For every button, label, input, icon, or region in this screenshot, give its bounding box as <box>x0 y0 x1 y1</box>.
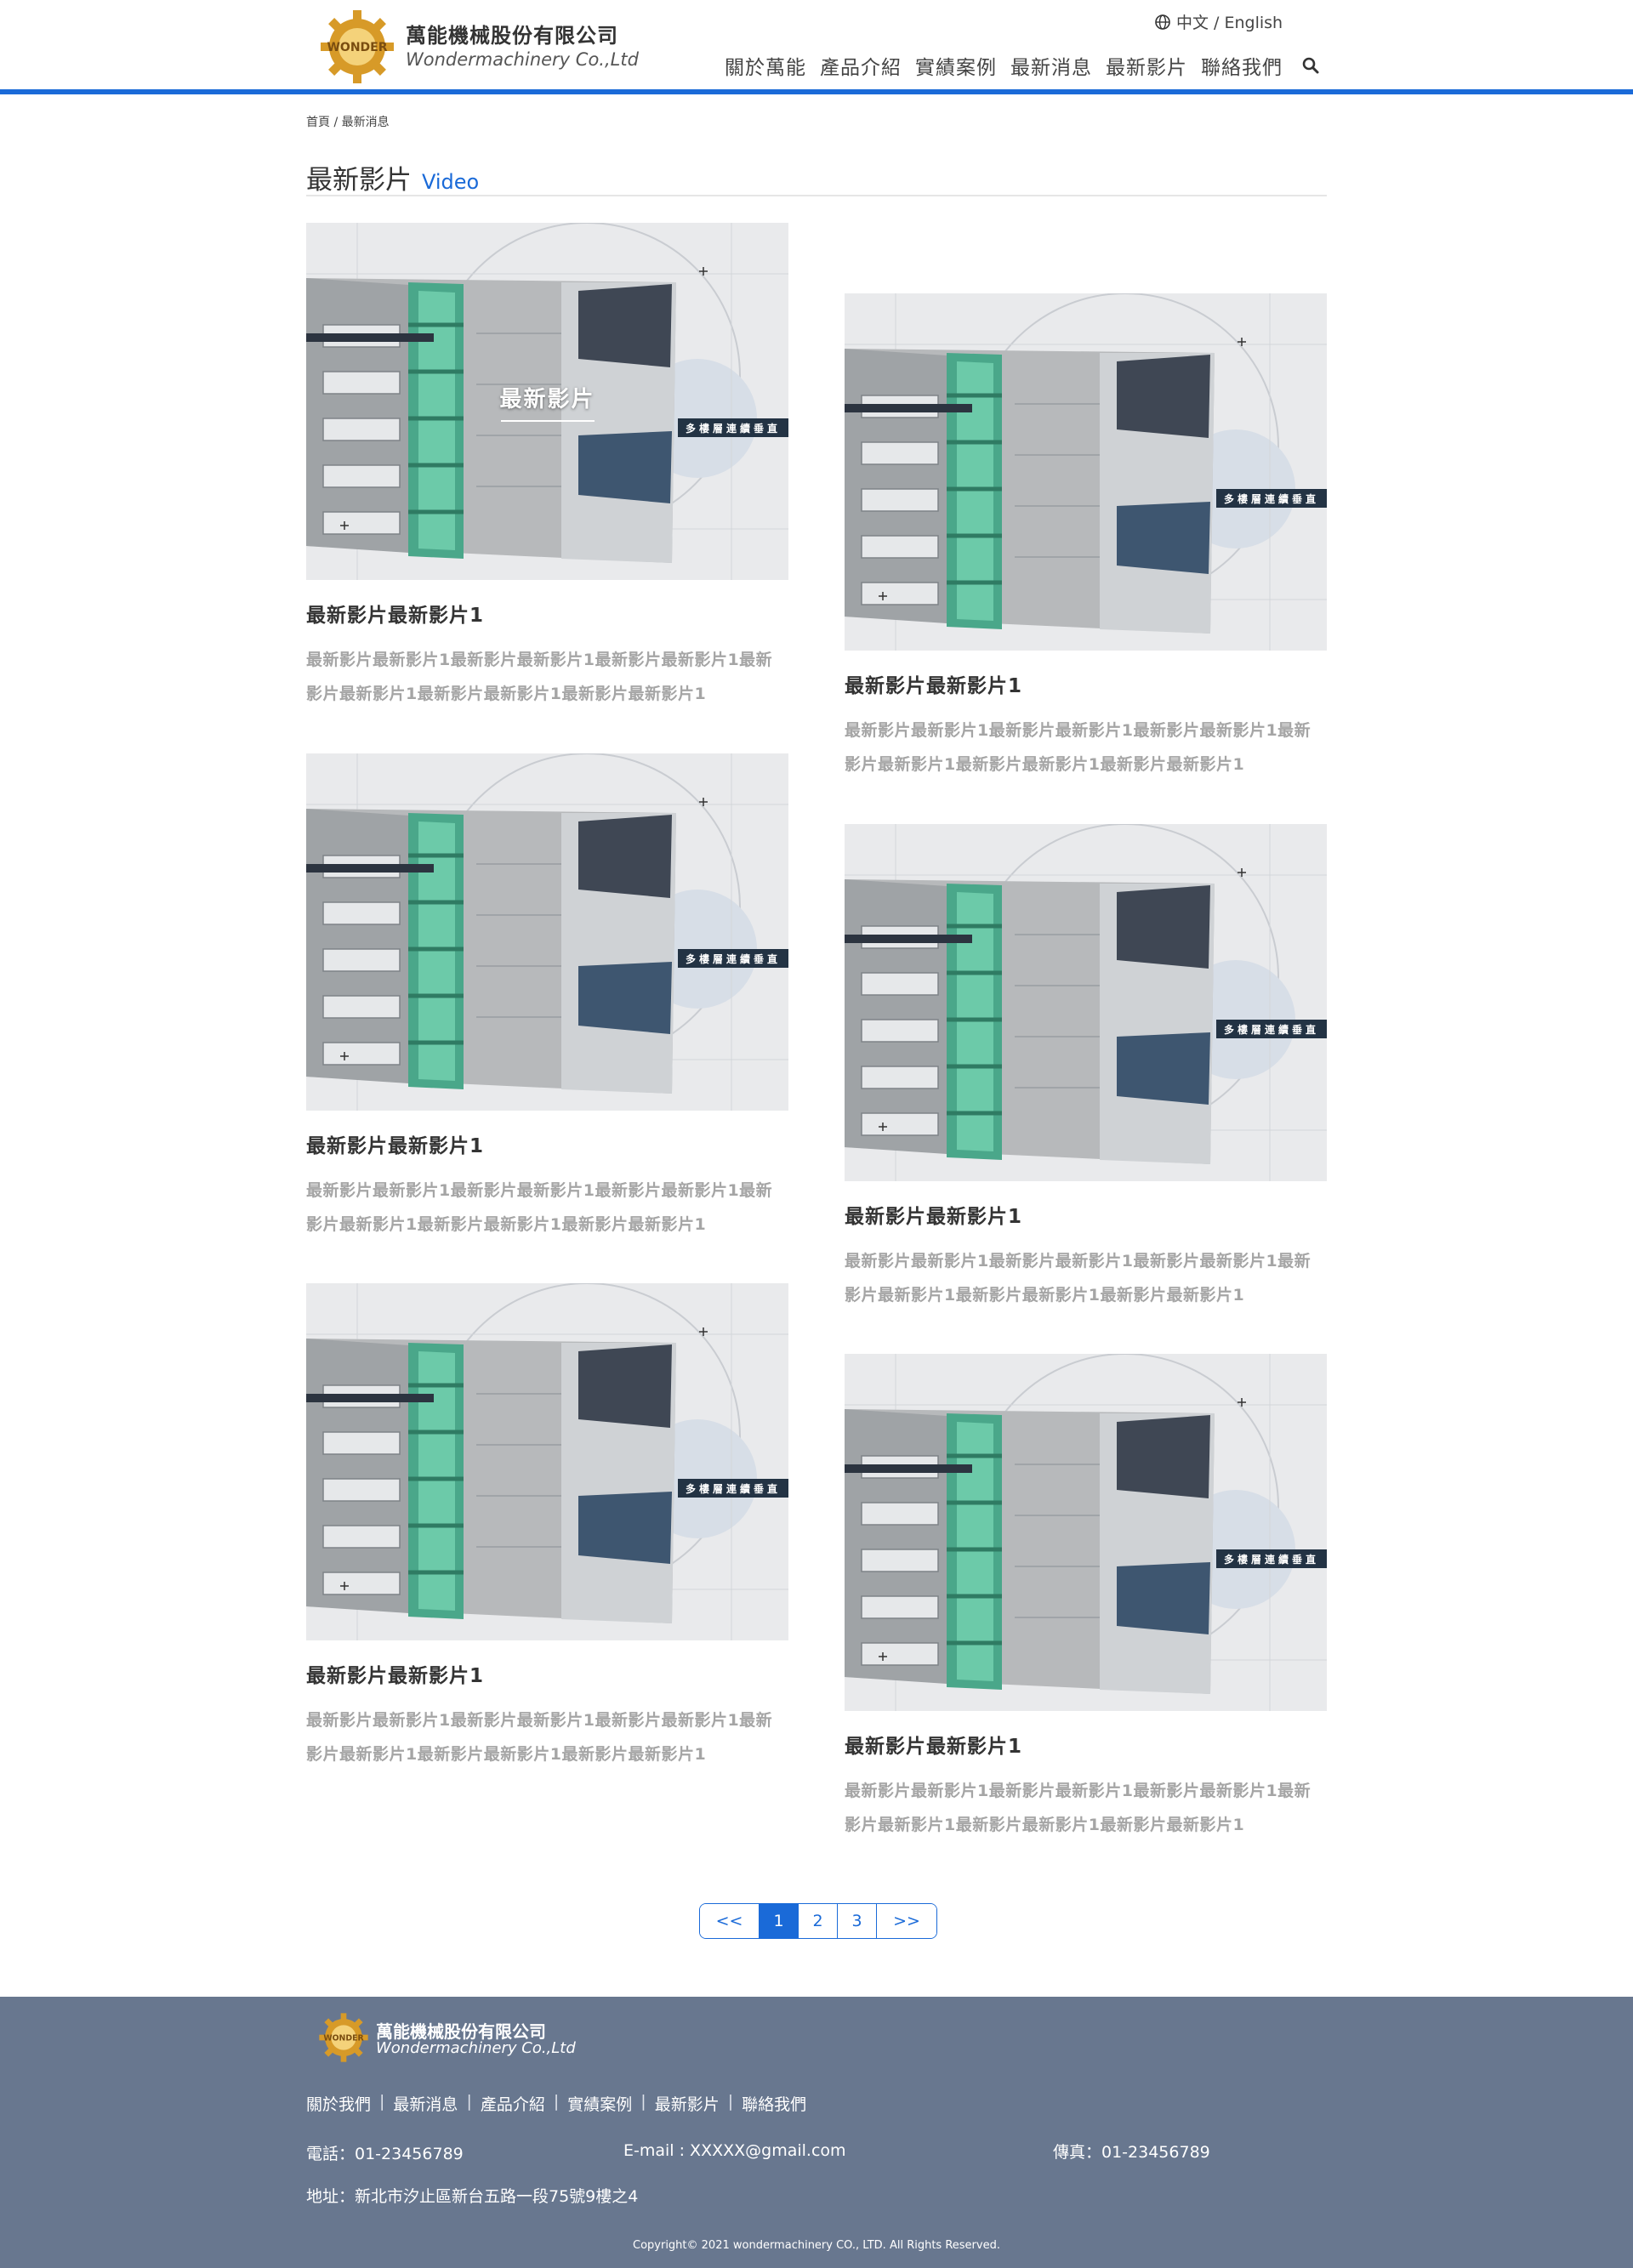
footer-link-contact[interactable]: 聯絡我們 <box>742 2092 806 2115</box>
pagination-next-button[interactable]: >> <box>877 1904 936 1938</box>
thumbnail-badge-text: 多樓層連續垂直 <box>1224 1023 1319 1036</box>
thumbnail-badge-text: 多樓層連續垂直 <box>1224 492 1319 505</box>
video-card[interactable]: 多樓層連續垂直 最新影片最新影片1 最新影片最新影片1最新影片最新影片1最新影片… <box>306 1283 788 1771</box>
nav-contact[interactable]: 聯絡我們 <box>1201 51 1283 80</box>
video-description: 最新影片最新影片1最新影片最新影片1最新影片最新影片1最新影片最新影片1最新影片… <box>306 1711 773 1764</box>
footer-link-news[interactable]: 最新消息 <box>393 2092 458 2115</box>
pagination-page-3[interactable]: 3 <box>838 1904 877 1938</box>
video-title[interactable]: 最新影片最新影片1 <box>306 1129 788 1158</box>
video-thumbnail[interactable]: 多樓層連續垂直 <box>845 293 1327 651</box>
nav-products[interactable]: 產品介紹 <box>820 51 902 80</box>
video-description: 最新影片最新影片1最新影片最新影片1最新影片最新影片1最新影片最新影片1最新影片… <box>306 651 773 703</box>
pagination-page-2[interactable]: 2 <box>799 1904 838 1938</box>
footer-link-videos[interactable]: 最新影片 <box>655 2092 720 2115</box>
main-nav: 關於萬能 產品介紹 實績案例 最新消息 最新影片 聯絡我們 <box>725 51 1320 80</box>
page-title-en: Video <box>422 170 480 194</box>
thumbnail-image: 多樓層連續垂直 <box>845 824 1327 1181</box>
footer-copyright: Copyright© 2021 wondermachinery CO., LTD… <box>633 2239 1000 2252</box>
company-logo[interactable]: WONDER <box>319 9 395 85</box>
video-card[interactable]: 多樓層連續垂直 最新影片最新影片1 最新影片最新影片1最新影片最新影片1最新影片… <box>845 1354 1327 1842</box>
search-icon[interactable] <box>1301 56 1320 75</box>
footer-link-cases[interactable]: 實績案例 <box>567 2092 632 2115</box>
globe-icon <box>1155 14 1170 30</box>
footer-fax: 傳真：01-23456789 <box>1053 2143 1210 2162</box>
footer-links: 關於我們 | 最新消息 | 產品介紹 | 實績案例 | 最新影片 | 聯絡我們 <box>306 2092 806 2115</box>
thumbnail-badge-text: 多樓層連續垂直 <box>686 952 781 965</box>
footer-address: 地址：新北市汐止區新台五路一段75號9樓之4 <box>306 2187 639 2206</box>
pagination-page-1[interactable]: 1 <box>760 1904 799 1938</box>
thumbnail-image: 多樓層連續垂直 <box>306 753 788 1111</box>
video-title[interactable]: 最新影片最新影片1 <box>306 599 788 628</box>
footer-phone: 電話：01-23456789 <box>306 2145 464 2163</box>
footer-separator: | <box>727 2092 734 2111</box>
footer-link-products[interactable]: 產品介紹 <box>481 2092 545 2115</box>
thumbnail-image: 多樓層連續垂直 <box>845 293 1327 651</box>
video-thumbnail[interactable]: 多樓層連續垂直 <box>306 1283 788 1640</box>
video-description: 最新影片最新影片1最新影片最新影片1最新影片最新影片1最新影片最新影片1最新影片… <box>845 1782 1312 1834</box>
footer-separator: | <box>640 2092 646 2111</box>
site-header: WONDER 萬能機械股份有限公司 Wondermachinery Co.,Lt… <box>0 0 1633 99</box>
nav-news[interactable]: 最新消息 <box>1010 51 1092 80</box>
pagination-prev-button[interactable]: << <box>700 1904 760 1938</box>
video-title[interactable]: 最新影片最新影片1 <box>306 1659 788 1688</box>
video-thumbnail[interactable]: 多樓層連續垂直 <box>306 753 788 1111</box>
page-title: 最新影片 Video <box>306 158 479 196</box>
nav-cases[interactable]: 實績案例 <box>915 51 997 80</box>
hover-caption-text: 最新影片 <box>499 386 595 412</box>
video-thumbnail[interactable]: 多樓層連續垂直 <box>845 1354 1327 1711</box>
footer-link-about[interactable]: 關於我們 <box>306 2092 371 2115</box>
video-description: 最新影片最新影片1最新影片最新影片1最新影片最新影片1最新影片最新影片1最新影片… <box>306 1181 773 1234</box>
site-footer: WONDER 萬能機械股份有限公司 Wondermachinery Co.,Lt… <box>0 1997 1633 2268</box>
brand-name-cn[interactable]: 萬能機械股份有限公司 <box>406 19 618 48</box>
logo-text: WONDER <box>327 41 387 54</box>
pagination: << 1 2 3 >> <box>699 1903 937 1939</box>
title-divider <box>306 195 1327 196</box>
video-thumbnail[interactable]: 多樓層連續垂直 最新影片 <box>306 223 788 580</box>
footer-brand-en: Wondermachinery Co.,Ltd <box>376 2039 576 2057</box>
language-label[interactable]: 中文 / English <box>1176 10 1283 33</box>
language-switcher[interactable]: 中文 / English <box>1154 10 1283 33</box>
footer-separator: | <box>379 2092 385 2111</box>
thumbnail-badge-text: 多樓層連續垂直 <box>686 1482 781 1495</box>
breadcrumb[interactable]: 首頁 / 最新消息 <box>306 113 390 130</box>
footer-separator: | <box>553 2092 560 2111</box>
video-title[interactable]: 最新影片最新影片1 <box>845 669 1327 698</box>
video-title[interactable]: 最新影片最新影片1 <box>845 1200 1327 1229</box>
video-card[interactable]: 多樓層連續垂直 最新影片最新影片1 最新影片最新影片1最新影片最新影片1最新影片… <box>845 824 1327 1312</box>
header-accent-line <box>0 89 1633 94</box>
video-title[interactable]: 最新影片最新影片1 <box>845 1730 1327 1759</box>
video-thumbnail[interactable]: 多樓層連續垂直 <box>845 824 1327 1181</box>
brand-name-en: Wondermachinery Co.,Ltd <box>406 49 639 70</box>
thumbnail-image: 多樓層連續垂直 <box>845 1354 1327 1711</box>
video-card[interactable]: 多樓層連續垂直 最新影片最新影片1 最新影片最新影片1最新影片最新影片1最新影片… <box>306 753 788 1242</box>
nav-about[interactable]: 關於萬能 <box>725 51 806 80</box>
nav-videos[interactable]: 最新影片 <box>1106 51 1187 80</box>
footer-email[interactable]: E-mail : XXXXX@gmail.com <box>623 2141 846 2160</box>
video-description: 最新影片最新影片1最新影片最新影片1最新影片最新影片1最新影片最新影片1最新影片… <box>845 1252 1312 1305</box>
footer-logo-text: WONDER <box>323 2033 363 2043</box>
footer-logo[interactable]: WONDER <box>318 2012 369 2063</box>
video-card[interactable]: 多樓層連續垂直 最新影片最新影片1 最新影片最新影片1最新影片最新影片1最新影片… <box>845 293 1327 782</box>
thumbnail-badge-text: 多樓層連續垂直 <box>1224 1553 1319 1566</box>
thumbnail-hover-caption: 最新影片 <box>306 223 788 580</box>
footer-separator: | <box>466 2092 472 2111</box>
thumbnail-image: 多樓層連續垂直 <box>306 1283 788 1640</box>
video-card[interactable]: 多樓層連續垂直 最新影片 最新影片最新影片1 最新影片最新影片1最新影片最新影片… <box>306 223 788 711</box>
video-description: 最新影片最新影片1最新影片最新影片1最新影片最新影片1最新影片最新影片1最新影片… <box>845 721 1312 774</box>
page-title-cn: 最新影片 <box>306 165 412 196</box>
